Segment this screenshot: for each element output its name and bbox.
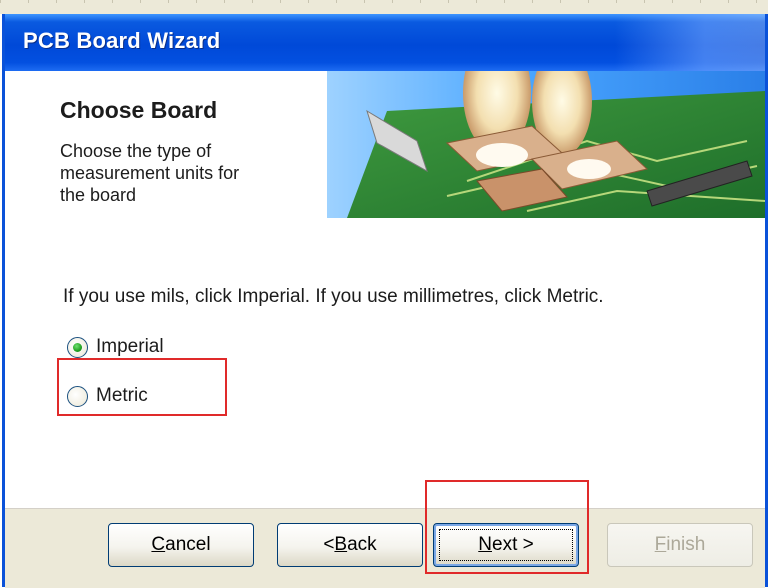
window-title: PCB Board Wizard <box>23 28 221 53</box>
imperial-label: Imperial <box>96 336 164 357</box>
metric-highlight-box <box>57 358 227 416</box>
page-title: Choose Board <box>60 97 218 123</box>
finish-button[interactable]: Finish <box>607 523 753 567</box>
imperial-radio[interactable] <box>67 336 88 358</box>
title-bar[interactable]: PCB Board Wizard <box>5 14 765 71</box>
wizard-header: Choose Board Choose the type of measurem… <box>5 71 765 218</box>
wizard-window: PCB Board Wizard Choose Board Choose the… <box>2 14 768 588</box>
back-button[interactable]: < Back <box>277 523 423 567</box>
cancel-button[interactable]: Cancel <box>108 523 254 567</box>
pcb-banner-image <box>327 71 765 218</box>
next-highlight-box <box>425 480 589 574</box>
top-background-strip <box>0 0 768 14</box>
radio-selected-dot <box>73 342 82 352</box>
imperial-option[interactable]: Imperial <box>67 336 164 358</box>
instruction-text: If you use mils, click Imperial. If you … <box>63 286 604 307</box>
page-description: Choose the type of measurement units for… <box>60 141 240 204</box>
